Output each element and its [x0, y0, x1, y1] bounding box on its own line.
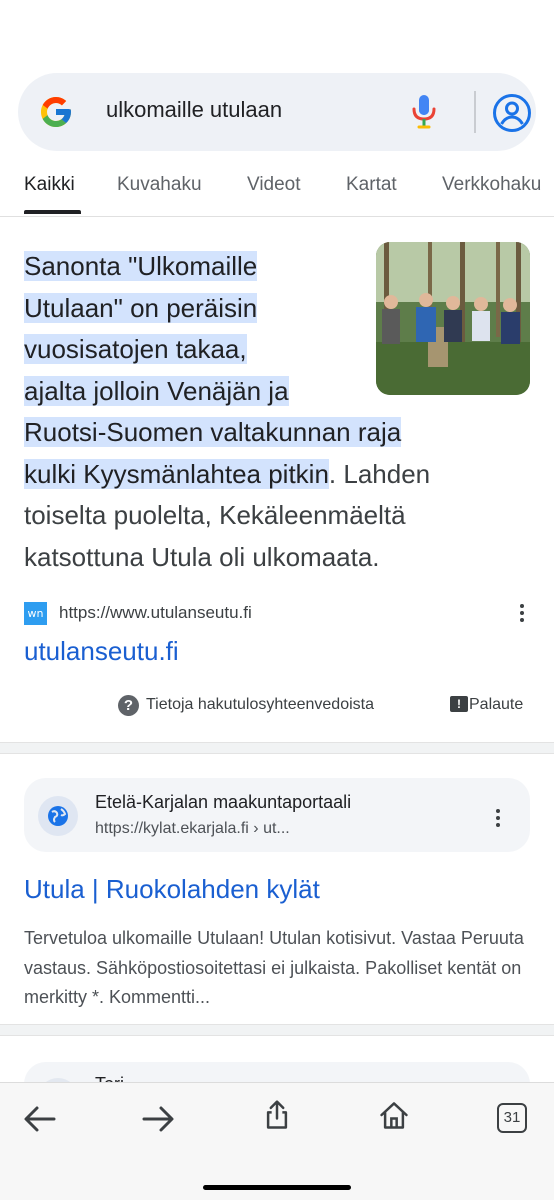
snippet-text-line: toiselta puolelta, Kekäleenmäeltä	[24, 500, 406, 530]
search-input[interactable]: ulkomaille utulaan	[106, 97, 282, 123]
feedback-icon[interactable]: !	[450, 696, 468, 712]
more-options-icon[interactable]	[512, 600, 532, 626]
result-title-link[interactable]: Utula | Ruokolahden kylät	[24, 874, 320, 905]
forward-arrow-icon[interactable]	[140, 1103, 176, 1135]
section-separator	[0, 742, 554, 754]
search-divider	[474, 91, 476, 133]
result-source-header[interactable]: Etelä-Karjalan maakuntaportaali https://…	[24, 778, 530, 852]
share-icon[interactable]	[259, 1099, 295, 1131]
snippet-highlight-line: kulki Kyysmänlahtea pitkin	[24, 458, 329, 489]
help-icon[interactable]: ?	[118, 695, 139, 716]
snippet-highlight-line: vuosisatojen takaa,	[24, 334, 247, 364]
snippet-text-line: . Lahden	[328, 458, 431, 489]
feedback-link[interactable]: Palaute	[469, 696, 523, 714]
more-options-icon[interactable]	[488, 805, 508, 831]
search-bar[interactable]: ulkomaille utulaan	[18, 73, 536, 151]
home-icon[interactable]	[376, 1099, 412, 1131]
snippet-source-row[interactable]: wn https://www.utulanseutu.fi	[24, 600, 534, 626]
about-snippets-link[interactable]: Tietoja hakutulosyhteenvedoista	[146, 696, 374, 714]
snippet-text-line: katsottuna Utula oli ulkomaata.	[24, 541, 380, 572]
snippet-photo[interactable]	[376, 242, 530, 395]
source-title-link[interactable]: utulanseutu.fi	[24, 636, 179, 667]
tab-images[interactable]: Kuvahaku	[117, 174, 202, 196]
snippet-about-row: ? Tietoja hakutulosyhteenvedoista ! Pala…	[118, 694, 538, 718]
source-url[interactable]: https://www.utulanseutu.fi	[59, 603, 252, 623]
browser-toolbar: 31	[0, 1082, 554, 1200]
tabs-divider	[0, 216, 554, 217]
active-tab-indicator	[24, 210, 81, 214]
tab-all[interactable]: Kaikki	[24, 174, 75, 196]
result-description: Tervetuloa ulkomaille Utulaan! Utulan ko…	[24, 928, 524, 1007]
account-icon[interactable]	[492, 93, 532, 133]
globe-favicon-container	[38, 796, 78, 836]
result-site-name: Etelä-Karjalan maakuntaportaali	[95, 792, 352, 812]
section-separator	[0, 1024, 554, 1036]
tab-switcher-button[interactable]: 31	[497, 1103, 527, 1133]
microphone-icon[interactable]	[411, 93, 437, 131]
home-indicator[interactable]	[203, 1185, 351, 1190]
search-tabs: Kaikki Kuvahaku Videot Kartat Verkkohaku	[0, 168, 554, 216]
google-logo-icon	[41, 97, 71, 127]
snippet-highlight-line: Utulaan" on peräisin	[24, 292, 258, 323]
site-favicon-icon: wn	[24, 602, 47, 625]
globe-icon	[48, 806, 68, 826]
result-url: https://kylat.ekarjala.fi › ut...	[95, 820, 290, 837]
tab-web[interactable]: Verkkohaku	[442, 174, 541, 196]
snippet-highlight-line: Ruotsi-Suomen valtakunnan raja	[24, 417, 402, 447]
tab-videos[interactable]: Videot	[247, 174, 301, 196]
snippet-highlight-line: Sanonta "Ulkomaille	[24, 251, 258, 281]
tab-maps[interactable]: Kartat	[346, 174, 397, 196]
snippet-highlight-line: ajalta jolloin Venäjän ja	[24, 375, 289, 406]
back-arrow-icon[interactable]	[22, 1103, 58, 1135]
